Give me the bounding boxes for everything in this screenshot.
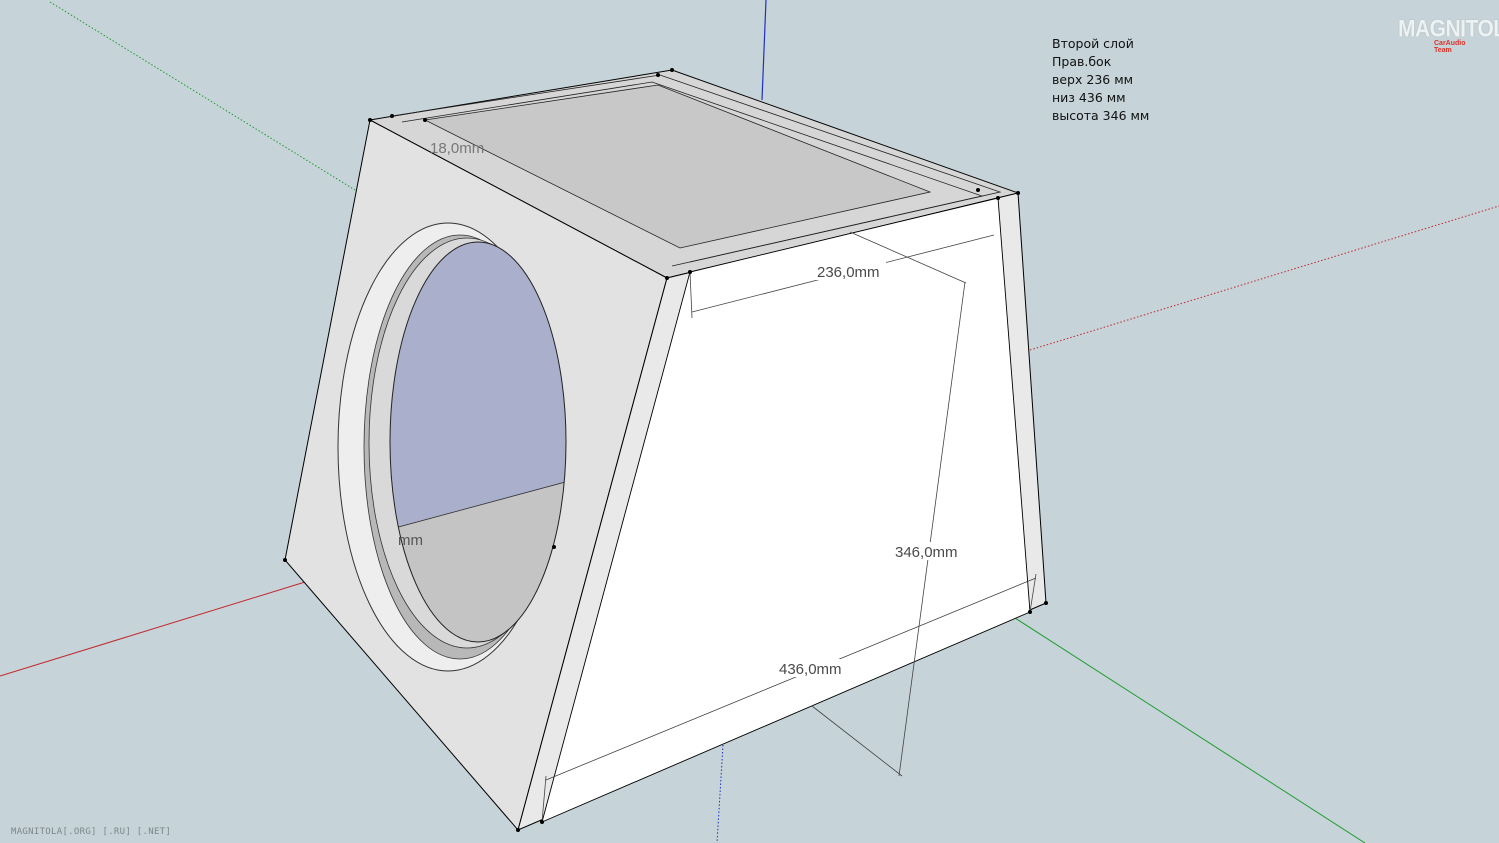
vertex <box>1044 601 1048 605</box>
vertex <box>516 828 520 832</box>
vertex <box>656 73 660 77</box>
logo-sub-text: CarAudio Team <box>1434 40 1466 54</box>
dim-top-label: 236,0mm <box>817 264 880 281</box>
footer-watermark: MAGNITOLA[.ORG] [.RU] [.NET] <box>11 827 172 837</box>
vertex <box>665 276 669 280</box>
vertex <box>368 118 372 122</box>
notes-line-height: высота 346 мм <box>1052 108 1150 123</box>
vertex <box>976 188 980 192</box>
blue-axis-solid <box>761 0 767 101</box>
vertex <box>1016 191 1020 195</box>
notes-panel: Второй слой Прав.бок верх 236 мм низ 436… <box>1052 35 1149 125</box>
vertex <box>552 545 556 549</box>
vertex <box>540 820 544 824</box>
dim-thickness-label: 18,0mm <box>430 140 484 157</box>
vertex <box>423 118 427 122</box>
green-axis-solid <box>1014 617 1366 843</box>
notes-line-bottom: низ 436 мм <box>1052 90 1126 105</box>
vertex <box>1028 610 1032 614</box>
vertex <box>688 270 692 274</box>
notes-line-layer: Второй слой <box>1052 36 1134 51</box>
vertex <box>670 68 674 72</box>
dim-bottom-label: 436,0mm <box>779 661 842 678</box>
green-axis-dotted <box>49 1 356 191</box>
vertex <box>996 196 1000 200</box>
vertex <box>390 114 394 118</box>
notes-line-top: верх 236 мм <box>1052 72 1134 87</box>
notes-line-part: Прав.бок <box>1052 54 1112 69</box>
red-axis-dotted <box>1029 205 1499 351</box>
dim-height-ext <box>811 705 903 777</box>
dim-height-label: 346,0mm <box>895 544 958 561</box>
model-viewport[interactable]: 236,0mm 436,0mm 346,0mm 18,0mm mm <box>0 0 1499 843</box>
dim-hidden-label: mm <box>398 532 423 549</box>
red-axis-solid <box>0 581 306 677</box>
magnitola-logo: MAGNITOLA CarAudio Team <box>1398 16 1499 54</box>
blue-axis-dotted <box>716 744 724 843</box>
vertex <box>283 558 287 562</box>
